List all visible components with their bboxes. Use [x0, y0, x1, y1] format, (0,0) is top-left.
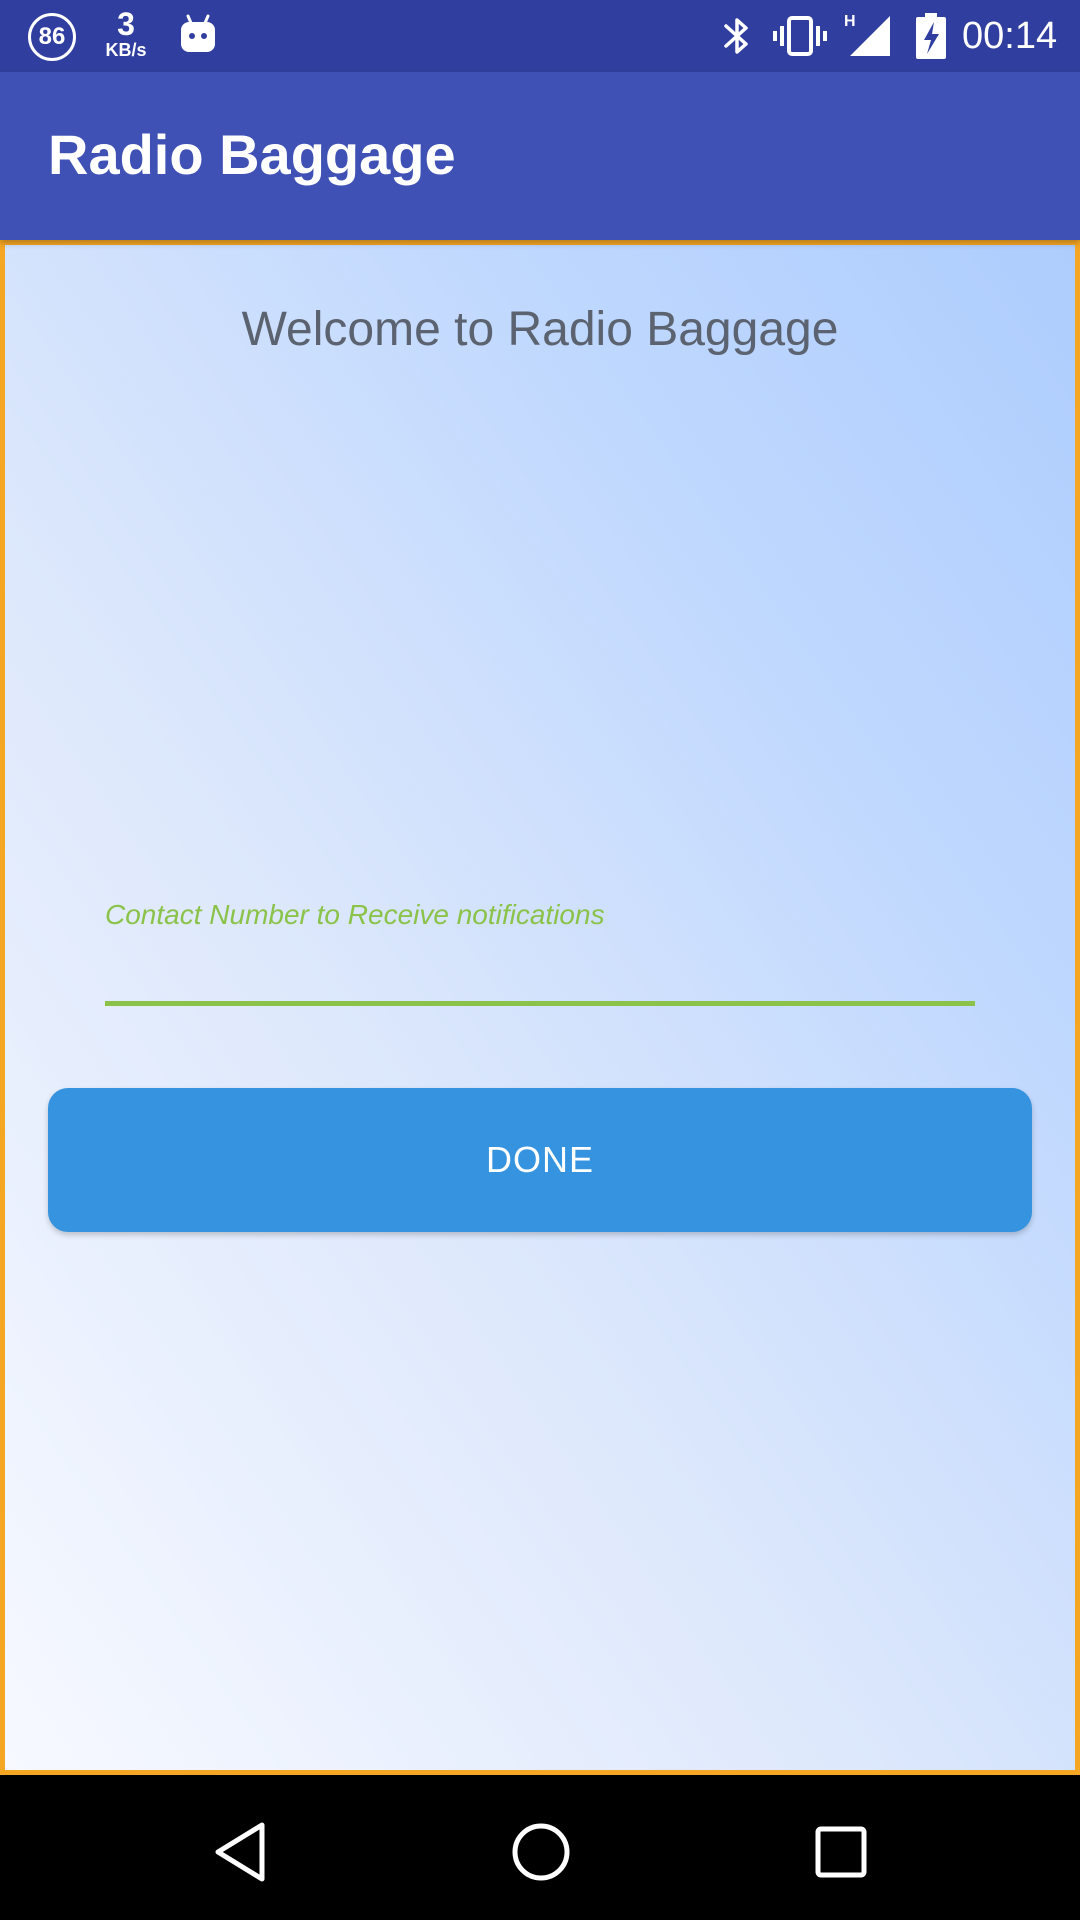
status-bar: 86 3 KB/s H 00:14	[0, 0, 1080, 72]
home-icon[interactable]	[506, 1817, 576, 1887]
network-speed-value: 3	[117, 6, 135, 42]
welcome-heading: Welcome to Radio Baggage	[241, 303, 839, 356]
contact-number-input[interactable]	[105, 945, 975, 1006]
bluetooth-icon	[718, 14, 756, 58]
app-title: Radio Baggage	[48, 123, 456, 186]
main-content: Welcome to Radio Baggage Contact Number …	[0, 240, 1080, 1775]
android-debug-icon	[178, 12, 218, 56]
network-speed-unit: KB/s	[105, 40, 147, 60]
done-button[interactable]: DONE	[48, 1088, 1032, 1232]
notification-count-badge: 86	[28, 13, 76, 61]
navigation-bar	[0, 1775, 1080, 1920]
network-speed: 3 KB/s	[98, 8, 154, 59]
vibrate-icon	[772, 16, 828, 56]
back-icon[interactable]	[206, 1817, 276, 1887]
contact-number-label: Contact Number to Receive notifications	[105, 899, 605, 930]
screen: 86 3 KB/s H 00:14 Radio Baggage Welcome …	[0, 0, 1080, 1920]
app-bar: Radio Baggage	[0, 72, 1080, 240]
battery-charging-icon	[914, 12, 948, 60]
clock: 00:14	[962, 15, 1058, 57]
network-type: H	[844, 13, 856, 30]
notification-count: 86	[38, 23, 66, 50]
signal-icon: H	[842, 12, 892, 58]
recent-apps-icon[interactable]	[806, 1817, 876, 1887]
